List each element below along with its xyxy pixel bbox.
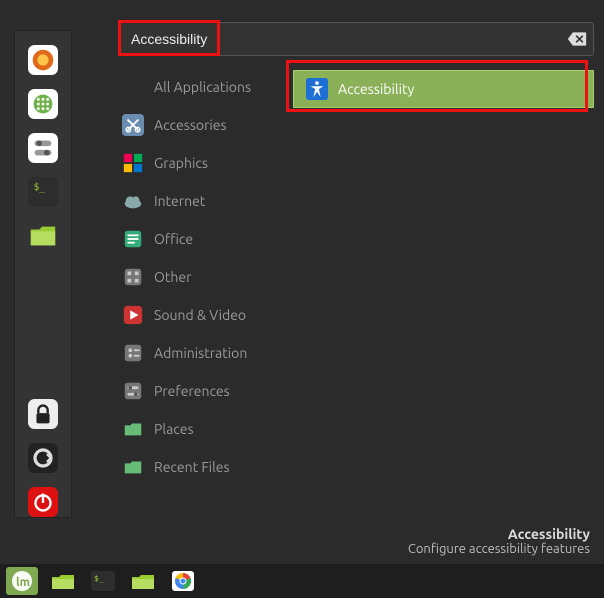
result-label: Accessibility: [338, 81, 414, 97]
category-places[interactable]: Places: [118, 410, 273, 448]
search-bar: [118, 22, 594, 56]
category-label: Other: [154, 269, 191, 285]
taskbar: lm $_: [0, 564, 604, 598]
tooltip-description: Configure accessibility features: [408, 542, 590, 556]
category-other[interactable]: Other: [118, 258, 273, 296]
category-preferences[interactable]: Preferences: [118, 372, 273, 410]
svg-text:$_: $_: [94, 574, 104, 583]
application-menu: All Applications Accessories Graphics In…: [118, 22, 594, 504]
search-input[interactable]: [118, 22, 594, 56]
category-label: Sound & Video: [154, 307, 246, 323]
category-all-applications[interactable]: All Applications: [118, 68, 273, 106]
play-icon: [122, 304, 144, 326]
terminal-icon[interactable]: $_: [28, 177, 58, 207]
category-label: Internet: [154, 193, 205, 209]
category-accessories[interactable]: Accessories: [118, 106, 273, 144]
tooltip-title: Accessibility: [408, 526, 590, 542]
apps-icon[interactable]: [28, 89, 58, 119]
category-label: Graphics: [154, 155, 208, 171]
category-graphics[interactable]: Graphics: [118, 144, 273, 182]
settings-icon[interactable]: [28, 133, 58, 163]
category-sound-video[interactable]: Sound & Video: [118, 296, 273, 334]
mint-start-icon[interactable]: lm: [6, 567, 38, 595]
category-label: Recent Files: [154, 459, 230, 475]
category-label: Places: [154, 421, 194, 437]
folder-icon: [122, 456, 144, 478]
files-icon[interactable]: [28, 221, 58, 251]
result-accessibility[interactable]: Accessibility: [293, 70, 594, 108]
svg-text:$_: $_: [34, 182, 46, 193]
category-label: Accessories: [154, 117, 227, 133]
clear-search-icon[interactable]: [566, 30, 588, 48]
power-icon[interactable]: [28, 487, 58, 517]
office-icon: [122, 228, 144, 250]
folder-icon: [122, 418, 144, 440]
cloud-icon: [122, 190, 144, 212]
files-icon[interactable]: [128, 569, 158, 593]
category-administration[interactable]: Administration: [118, 334, 273, 372]
admin-icon: [122, 342, 144, 364]
lock-icon[interactable]: [28, 399, 58, 429]
files-icon[interactable]: [48, 569, 78, 593]
mint-menu-screenshot: $_ All Applications: [0, 0, 604, 598]
grid-icon: [122, 266, 144, 288]
accessibility-icon: [306, 78, 328, 100]
category-office[interactable]: Office: [118, 220, 273, 258]
category-label: Office: [154, 231, 193, 247]
category-label: Preferences: [154, 383, 230, 399]
preferences-icon: [122, 380, 144, 402]
search-results: Accessibility: [293, 68, 594, 504]
chrome-icon[interactable]: [168, 569, 198, 593]
firefox-icon[interactable]: [28, 45, 58, 75]
app-tooltip: Accessibility Configure accessibility fe…: [408, 526, 590, 556]
blank-icon: [122, 76, 144, 98]
favorites-sidebar: $_: [14, 30, 72, 518]
graphics-icon: [122, 152, 144, 174]
terminal-icon[interactable]: $_: [88, 569, 118, 593]
category-label: Administration: [154, 345, 247, 361]
category-list: All Applications Accessories Graphics In…: [118, 68, 273, 504]
logout-icon[interactable]: [28, 443, 58, 473]
category-recent-files[interactable]: Recent Files: [118, 448, 273, 486]
category-internet[interactable]: Internet: [118, 182, 273, 220]
category-label: All Applications: [154, 79, 251, 95]
svg-text:lm: lm: [16, 575, 30, 589]
scissors-icon: [122, 114, 144, 136]
